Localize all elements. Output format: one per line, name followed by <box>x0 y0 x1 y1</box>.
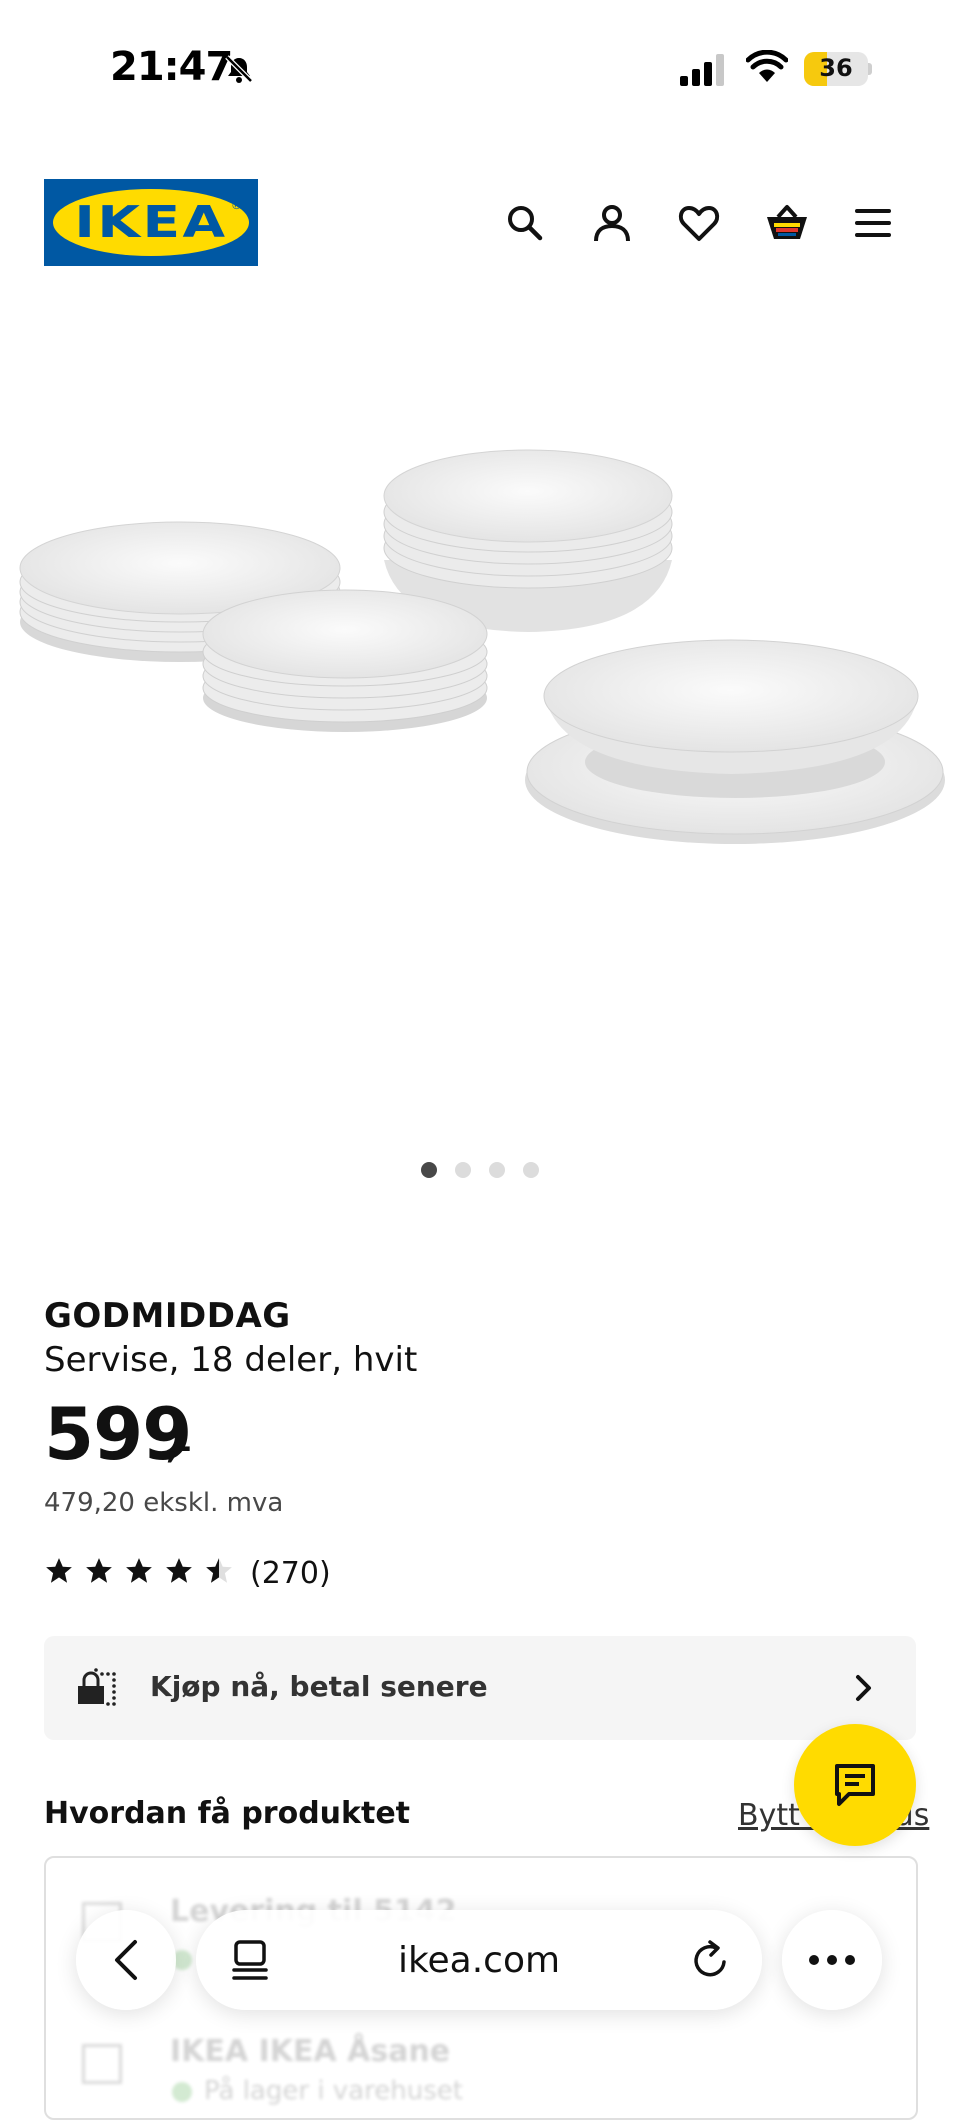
gallery-pagination <box>0 1162 960 1182</box>
store-icon <box>82 2044 122 2084</box>
logo-text: IKEA <box>74 197 228 248</box>
star-icon <box>166 1558 192 1583</box>
cellular-signal-icon <box>680 54 724 86</box>
reload-icon[interactable] <box>688 1938 732 1982</box>
buy-now-pay-later-label: Kjøp nå, betal senere <box>150 1670 488 1703</box>
star-icon <box>46 1558 72 1583</box>
status-time: 21:47 <box>110 44 233 90</box>
shopping-bag-dotted-icon <box>78 1668 116 1706</box>
chevron-left-icon <box>115 1940 137 1980</box>
chat-button[interactable] <box>794 1724 916 1846</box>
delivery-section-title: Hvordan få produktet <box>44 1796 411 1831</box>
search-button[interactable] <box>498 196 552 250</box>
battery-cap <box>868 63 872 75</box>
chevron-right-icon <box>856 1675 871 1701</box>
user-icon <box>594 205 630 242</box>
product-image[interactable] <box>0 300 960 1160</box>
browser-url[interactable]: ikea.com <box>196 1940 762 1981</box>
registered-mark: ® <box>231 199 242 212</box>
gallery-dot[interactable] <box>455 1162 471 1178</box>
star-icon <box>206 1558 232 1583</box>
ikea-logo[interactable]: IKEA ® <box>44 179 258 266</box>
star-icon <box>86 1558 112 1583</box>
battery-level: 36 <box>819 54 853 82</box>
browser-more-button[interactable] <box>782 1910 882 2010</box>
price-excl-vat: 479,20 ekskl. mva <box>44 1488 284 1518</box>
bell-muted-icon <box>225 55 253 83</box>
rating-stars[interactable] <box>44 1556 234 1586</box>
heart-icon <box>678 206 720 241</box>
wifi-icon <box>746 50 788 82</box>
gallery-dot[interactable] <box>523 1162 539 1178</box>
browser-back-button[interactable] <box>76 1910 176 2010</box>
product-description: Servise, 18 deler, hvit <box>44 1340 418 1380</box>
cart-button[interactable] <box>760 196 814 250</box>
gallery-dot[interactable] <box>421 1162 437 1178</box>
store-option-title[interactable]: IKEA IKEA Åsane <box>170 2034 450 2069</box>
review-count[interactable]: (270) <box>250 1556 331 1591</box>
menu-icon <box>855 209 891 237</box>
chat-bubble-icon <box>835 1764 875 1806</box>
availability-dot <box>172 2082 192 2102</box>
battery-indicator: 36 <box>804 52 868 86</box>
price-suffix: ,- <box>166 1428 192 1466</box>
browser-address-bar[interactable]: ikea.com <box>196 1910 762 2010</box>
account-button[interactable] <box>585 196 639 250</box>
product-name[interactable]: GODMIDDAG <box>44 1296 291 1336</box>
favourites-button[interactable] <box>672 196 726 250</box>
more-dots-icon <box>809 1955 855 1965</box>
gallery-dot[interactable] <box>489 1162 505 1178</box>
menu-button[interactable] <box>846 196 900 250</box>
star-icon <box>126 1558 152 1583</box>
cart-icon <box>767 205 807 239</box>
search-icon <box>508 206 543 241</box>
dinnerware-illustration <box>19 449 945 844</box>
buy-now-pay-later-button[interactable]: Kjøp nå, betal senere <box>44 1636 916 1740</box>
store-stock-status: På lager i varehuset <box>204 2076 463 2106</box>
